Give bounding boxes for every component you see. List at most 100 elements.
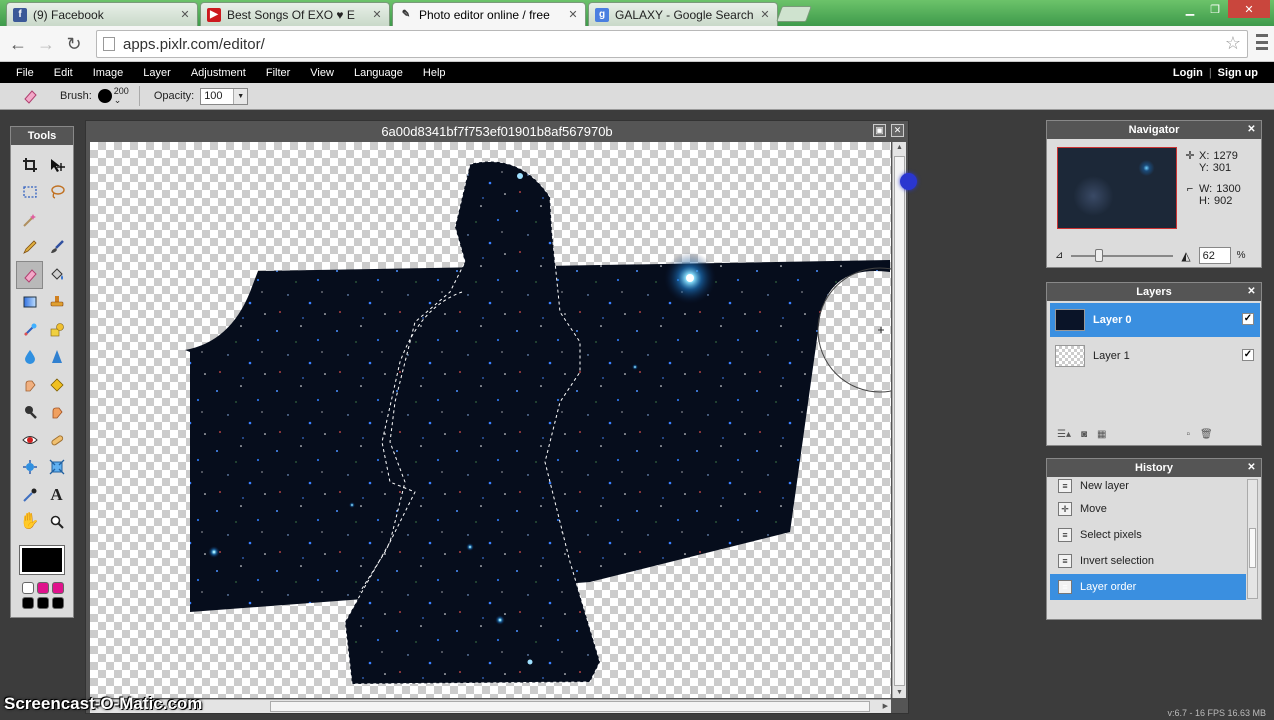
chrome-menu-icon[interactable] <box>1256 34 1268 50</box>
zoom-slider-handle[interactable] <box>1095 248 1104 262</box>
scroll-thumb[interactable] <box>270 701 870 712</box>
horizontal-scrollbar[interactable]: ◀ ▶ <box>90 699 891 713</box>
tab-youtube[interactable]: ▶ Best Songs Of EXO ♥ E ✕ <box>200 2 390 26</box>
close-icon[interactable]: ✕ <box>179 8 191 21</box>
bookmark-star-icon[interactable]: ☆ <box>1225 33 1241 54</box>
swatch[interactable] <box>22 597 34 609</box>
new-tab-button[interactable] <box>776 6 812 22</box>
sharpen-icon[interactable] <box>43 344 70 372</box>
pinch-icon[interactable] <box>43 454 70 482</box>
scroll-up-icon[interactable]: ▲ <box>896 144 903 151</box>
scroll-thumb[interactable] <box>894 156 905 686</box>
layer-row-layer-0[interactable]: Layer 0 ✓ <box>1050 303 1260 337</box>
foreground-color-swatch[interactable] <box>19 545 65 575</box>
tab-facebook[interactable]: f (9) Facebook ✕ <box>6 2 198 26</box>
scroll-thumb[interactable] <box>1249 528 1256 568</box>
zoom-in-icon[interactable]: ◭ <box>1181 249 1190 263</box>
close-icon[interactable]: ✕ <box>567 8 579 21</box>
menu-adjustment[interactable]: Adjustment <box>181 62 256 83</box>
close-icon[interactable]: ✕ <box>1246 124 1257 135</box>
delete-layer-icon[interactable]: 🗑 <box>1200 429 1213 440</box>
eraser-icon[interactable] <box>16 261 43 289</box>
close-icon[interactable]: ✕ <box>371 8 383 21</box>
bloat-icon[interactable] <box>16 454 43 482</box>
smudge-icon[interactable] <box>16 371 43 399</box>
dodge-icon[interactable] <box>16 399 43 427</box>
swatch[interactable] <box>37 597 49 609</box>
swatch[interactable] <box>22 582 34 594</box>
window-close-icon[interactable]: ✕ <box>1228 0 1270 18</box>
zoom-slider[interactable] <box>1071 248 1174 262</box>
history-item-select-pixels[interactable]: ≡ Select pixels <box>1050 522 1246 548</box>
layer-visibility-checkbox[interactable]: ✓ <box>1242 349 1254 361</box>
close-icon[interactable]: ✕ <box>1246 286 1257 297</box>
brush-preview[interactable] <box>97 89 112 103</box>
vertical-scrollbar[interactable]: ▲ ▼ <box>892 142 906 698</box>
wand-icon[interactable] <box>16 206 43 234</box>
scroll-right-icon[interactable]: ▶ <box>883 702 888 710</box>
menu-edit[interactable]: Edit <box>44 62 83 83</box>
pencil-icon[interactable] <box>16 234 43 262</box>
sponge-icon[interactable] <box>43 371 70 399</box>
minimize-icon[interactable]: ▁ <box>1178 0 1202 18</box>
swatch[interactable] <box>52 597 64 609</box>
forward-icon[interactable]: → <box>34 32 58 56</box>
color-picker-icon[interactable] <box>16 481 43 509</box>
scroll-down-icon[interactable]: ▼ <box>896 689 903 696</box>
zoom-icon[interactable] <box>43 509 70 537</box>
spot-heal-icon[interactable] <box>43 426 70 454</box>
tab-pixlr[interactable]: ✎ Photo editor online / free ✕ <box>392 2 586 26</box>
maximize-icon[interactable]: ▣ <box>873 124 886 137</box>
address-bar[interactable]: apps.pixlr.com/editor/ ☆ <box>96 30 1248 58</box>
layer-mask-icon[interactable]: ◙ <box>1081 429 1087 440</box>
chevron-down-icon[interactable]: ▼ <box>233 88 248 104</box>
navigator-thumbnail[interactable] <box>1057 147 1177 229</box>
zoom-out-icon[interactable]: ⊿ <box>1055 250 1063 261</box>
back-icon[interactable]: ← <box>6 32 30 56</box>
tab-google[interactable]: g GALAXY - Google Search ✕ <box>588 2 778 26</box>
menu-layer[interactable]: Layer <box>133 62 181 83</box>
hand-icon[interactable]: ✋ <box>16 509 43 537</box>
close-icon[interactable]: ✕ <box>891 124 904 137</box>
drawing-icon[interactable] <box>43 316 70 344</box>
history-scrollbar[interactable] <box>1247 479 1258 599</box>
menu-file[interactable]: File <box>0 62 44 83</box>
swatch[interactable] <box>37 582 49 594</box>
layer-visibility-checkbox[interactable]: ✓ <box>1242 313 1254 325</box>
close-icon[interactable]: ✕ <box>1246 462 1257 473</box>
move-icon[interactable] <box>43 151 70 179</box>
layer-row-layer-1[interactable]: Layer 1 ✓ <box>1050 339 1260 373</box>
history-item-invert-selection[interactable]: ≡ Invert selection <box>1050 548 1246 574</box>
menu-image[interactable]: Image <box>83 62 134 83</box>
lasso-icon[interactable] <box>43 179 70 207</box>
zoom-input[interactable]: 62 <box>1198 247 1231 264</box>
red-eye-icon[interactable] <box>16 426 43 454</box>
image-canvas[interactable] <box>90 142 891 698</box>
brush-icon[interactable] <box>43 234 70 262</box>
menu-language[interactable]: Language <box>344 62 413 83</box>
gradient-icon[interactable] <box>16 289 43 317</box>
layer-settings-icon[interactable]: ☰▴ <box>1057 429 1071 440</box>
close-icon[interactable]: ✕ <box>759 8 771 21</box>
type-icon[interactable]: A <box>43 481 70 509</box>
login-link[interactable]: Login <box>1173 67 1203 79</box>
blur-icon[interactable] <box>16 344 43 372</box>
brush-size[interactable]: 200 ⌄ <box>114 87 129 105</box>
reload-icon[interactable]: ↻ <box>62 32 86 56</box>
swatch[interactable] <box>52 582 64 594</box>
menu-help[interactable]: Help <box>413 62 456 83</box>
maximize-icon[interactable]: ❐ <box>1203 0 1227 18</box>
paint-bucket-icon[interactable] <box>43 261 70 289</box>
signup-link[interactable]: Sign up <box>1218 67 1258 79</box>
layer-style-icon[interactable]: ▦ <box>1097 429 1106 440</box>
crop-icon[interactable] <box>16 151 43 179</box>
opacity-select[interactable]: 100 ▼ <box>200 87 249 105</box>
color-replace-icon[interactable] <box>16 316 43 344</box>
marquee-icon[interactable] <box>16 179 43 207</box>
clone-stamp-icon[interactable] <box>43 289 70 317</box>
new-layer-icon[interactable]: ▫ <box>1186 429 1190 440</box>
history-item-move[interactable]: ✛ Move <box>1050 496 1246 522</box>
burn-icon[interactable] <box>43 399 70 427</box>
history-item-layer-order[interactable]: ≡ Layer order <box>1050 574 1246 600</box>
menu-view[interactable]: View <box>300 62 344 83</box>
